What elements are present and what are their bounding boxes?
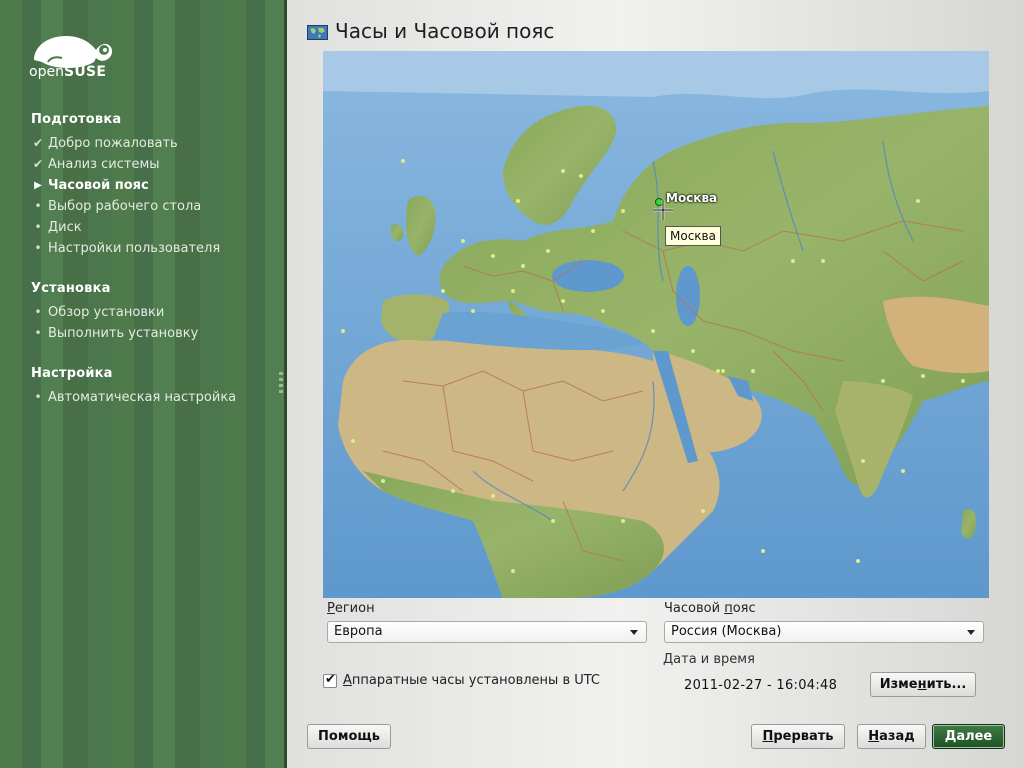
step-label: Часовой пояс (48, 178, 149, 193)
logo-text-bold: SUSE (63, 64, 107, 80)
chevron-down-icon (967, 630, 975, 635)
bullet-icon: • (34, 390, 42, 404)
timezone-label: Часовой пояс (664, 601, 756, 616)
region-select[interactable]: Европа (327, 621, 647, 643)
step-system-analysis: ✔ Анализ системы (31, 154, 220, 175)
section-installation: Установка • Обзор установки • Выполнить … (31, 281, 198, 344)
section-title: Настройка (31, 366, 113, 381)
step-label: Анализ системы (48, 157, 160, 172)
change-label-pre: Изме (879, 677, 918, 692)
timezone-select-value: Россия (Москва) (671, 624, 782, 639)
bullet-icon: • (34, 326, 42, 340)
region-select-value: Европа (334, 624, 383, 639)
abort-button[interactable]: Прервать (751, 724, 845, 749)
checkmark-icon: ✔ (32, 136, 44, 150)
main-panel: Часы и Часовой пояс Москва Москва Регион… (287, 0, 1024, 768)
datetime-heading: Дата и время (663, 652, 755, 667)
checkmark-icon: ✔ (325, 672, 336, 687)
change-datetime-button[interactable]: Изменить... (870, 672, 976, 697)
selected-city-label: Москва (666, 191, 718, 205)
timezone-label-post: ояс (732, 601, 756, 616)
step-timezone: ▶ Часовой пояс (31, 175, 220, 196)
section-title: Подготовка (31, 112, 122, 127)
region-label: Регион (327, 601, 375, 616)
step-user-settings: • Настройки пользователя (31, 238, 220, 259)
next-button[interactable]: Далее (932, 724, 1005, 749)
checkmark-icon: ✔ (32, 157, 44, 171)
change-label-mnemonic: н (917, 677, 927, 692)
step-label: Диск (48, 220, 82, 235)
help-button[interactable]: Помощь (307, 724, 391, 749)
timezone-select[interactable]: Россия (Москва) (664, 621, 984, 643)
bullet-icon: • (34, 199, 42, 213)
abort-label-mnemonic: П (762, 729, 774, 744)
timezone-label-pre: Часовой (664, 601, 725, 616)
logo-text-light: open (29, 64, 64, 80)
timezone-world-map[interactable]: Москва Москва (323, 51, 989, 598)
utc-label-text: ппаратные часы установлены в UTC (351, 673, 601, 688)
step-label: Настройки пользователя (48, 241, 221, 256)
region-label-post: егион (334, 601, 375, 616)
region-label-mnemonic: Р (327, 601, 335, 616)
opensuse-wordmark: openSUSE (29, 64, 106, 80)
map-tooltip: Москва (665, 226, 721, 246)
timezone-label-mnemonic: п (724, 601, 733, 616)
sidebar: openSUSE Подготовка ✔ Добро пожаловать ✔… (0, 0, 287, 768)
utc-checkbox-label[interactable]: Аппаратные часы установлены в UTC (343, 673, 600, 688)
back-button[interactable]: Назад (857, 724, 926, 749)
section-preparation: Подготовка ✔ Добро пожаловать ✔ Анализ с… (31, 112, 220, 259)
bullet-icon: • (34, 305, 42, 319)
abort-label-text: рервать (773, 729, 834, 744)
page-title: Часы и Часовой пояс (335, 19, 555, 43)
step-automatic-configuration: • Автоматическая настройка (31, 387, 236, 408)
change-label-post: ить... (926, 677, 967, 692)
utc-checkbox[interactable]: ✔ (323, 672, 337, 688)
map-graphic (323, 51, 989, 598)
current-arrow-icon: ▶ (34, 180, 42, 191)
section-title: Установка (31, 281, 111, 296)
bullet-icon: • (34, 220, 42, 234)
sidebar-resize-grip[interactable] (279, 372, 283, 396)
step-label: Выполнить установку (48, 326, 199, 341)
datetime-value: 2011-02-27 - 16:04:48 (684, 678, 838, 693)
bullet-icon: • (34, 241, 42, 255)
step-installation-overview: • Обзор установки (31, 302, 198, 323)
chevron-down-icon (630, 630, 638, 635)
step-label: Выбор рабочего стола (48, 199, 202, 214)
step-label: Добро пожаловать (48, 136, 178, 151)
step-label: Обзор установки (48, 305, 165, 320)
back-label-text: азад (879, 729, 915, 744)
world-map-icon (307, 25, 328, 40)
step-label: Автоматическая настройка (48, 390, 237, 405)
back-label-mnemonic: Н (868, 729, 880, 744)
step-perform-installation: • Выполнить установку (31, 323, 198, 344)
step-disk: • Диск (31, 217, 220, 238)
step-welcome: ✔ Добро пожаловать (31, 133, 220, 154)
section-configuration: Настройка • Автоматическая настройка (31, 366, 236, 408)
step-desktop-selection: • Выбор рабочего стола (31, 196, 220, 217)
utc-label-mnemonic: А (343, 673, 352, 688)
